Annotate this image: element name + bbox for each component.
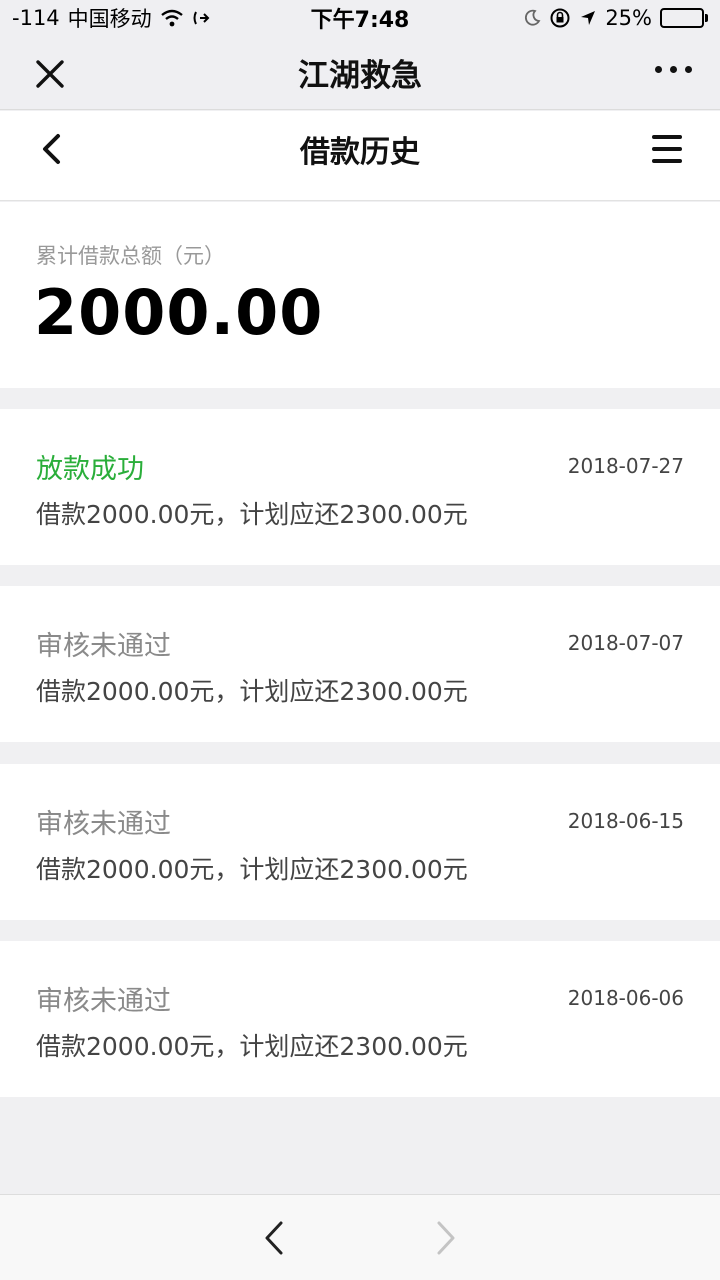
- total-summary-card: 累计借款总额（元） 2000.00: [0, 202, 720, 388]
- wechat-header: 江湖救急: [0, 36, 720, 110]
- loan-date: 2018-06-15: [567, 809, 684, 833]
- page-title: 借款历史: [300, 135, 420, 170]
- signal-strength: -114: [12, 6, 60, 30]
- loan-date: 2018-07-27: [567, 454, 684, 478]
- loan-date: 2018-06-06: [567, 986, 684, 1010]
- screen: -114 中国移动 下午7:48 25% 江湖救急 借款历史 累计借款总额（元）…: [0, 0, 720, 1280]
- loan-description: 借款2000.00元，计划应还2300.00元: [36, 1032, 468, 1061]
- browser-back-icon[interactable]: [262, 1219, 286, 1257]
- total-amount: 2000.00: [34, 276, 324, 349]
- loan-record[interactable]: 放款成功 2018-07-27 借款2000.00元，计划应还2300.00元: [0, 409, 720, 565]
- close-icon[interactable]: [32, 56, 68, 92]
- wechat-title: 江湖救急: [298, 58, 422, 94]
- status-right: 25%: [523, 6, 708, 30]
- loan-status: 审核未通过: [36, 631, 171, 662]
- loan-description: 借款2000.00元，计划应还2300.00元: [36, 500, 468, 529]
- status-left: -114 中国移动: [12, 3, 210, 33]
- loan-record[interactable]: 审核未通过 2018-07-07 借款2000.00元，计划应还2300.00元: [0, 586, 720, 742]
- browser-forward-icon[interactable]: [434, 1219, 458, 1257]
- loan-description: 借款2000.00元，计划应还2300.00元: [36, 677, 468, 706]
- total-label: 累计借款总额（元）: [36, 244, 225, 268]
- loan-status: 放款成功: [36, 454, 144, 485]
- loan-date: 2018-07-07: [567, 631, 684, 655]
- status-time: 下午7:48: [310, 8, 410, 33]
- battery-percent: 25%: [605, 6, 652, 30]
- wifi-icon: [160, 9, 184, 27]
- rotation-lock-icon: [549, 7, 571, 29]
- hamburger-menu-icon[interactable]: [652, 135, 682, 163]
- browser-nav-bar: [0, 1194, 720, 1280]
- header-divider: [0, 187, 720, 201]
- page-header: 借款历史: [0, 111, 720, 187]
- battery-icon: [660, 8, 708, 28]
- carrier-name: 中国移动: [67, 7, 152, 31]
- loan-record[interactable]: 审核未通过 2018-06-06 借款2000.00元，计划应还2300.00元: [0, 941, 720, 1097]
- call-forward-icon: [192, 9, 210, 27]
- moon-icon: [523, 9, 541, 27]
- location-arrow-icon: [579, 9, 597, 27]
- chevron-left-icon[interactable]: [36, 131, 70, 167]
- loan-status: 审核未通过: [36, 809, 171, 840]
- loan-status: 审核未通过: [36, 986, 171, 1017]
- loan-record[interactable]: 审核未通过 2018-06-15 借款2000.00元，计划应还2300.00元: [0, 764, 720, 920]
- more-dots-icon[interactable]: [655, 66, 692, 73]
- status-bar: -114 中国移动 下午7:48 25%: [0, 0, 720, 36]
- loan-description: 借款2000.00元，计划应还2300.00元: [36, 855, 468, 884]
